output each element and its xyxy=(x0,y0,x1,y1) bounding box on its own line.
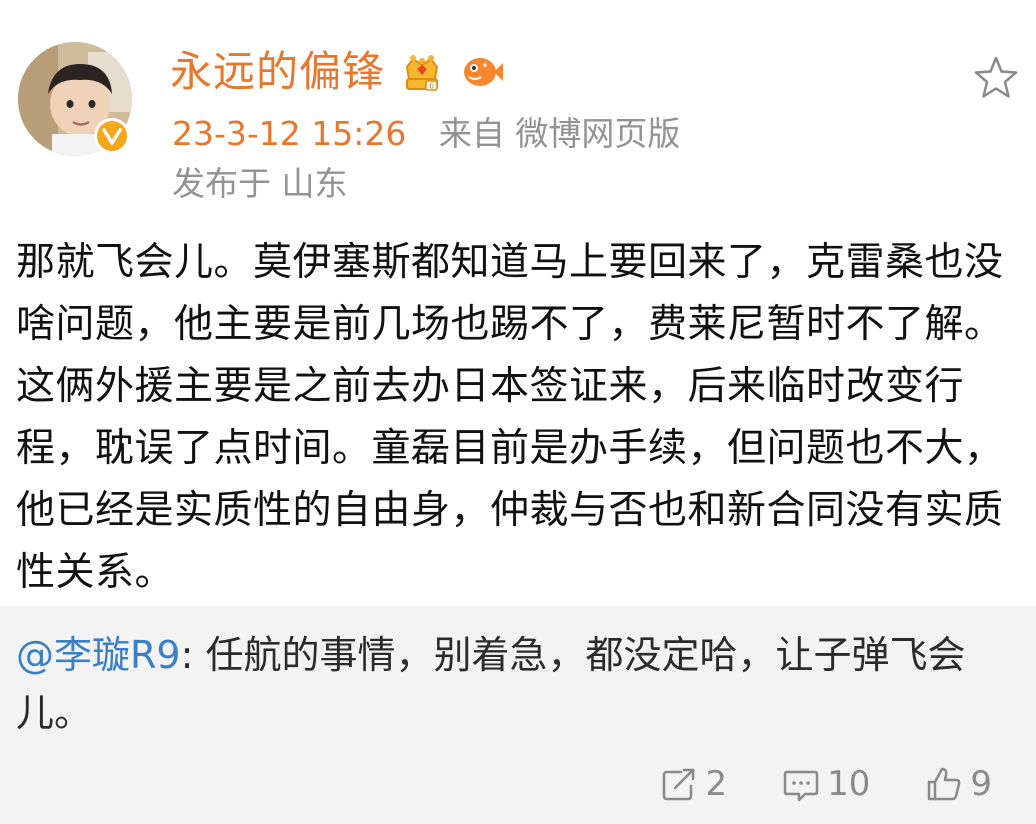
comment-count: 10 xyxy=(827,764,871,804)
repost-block[interactable]: @李璇R9: 任航的事情，别着急，都没定哈，让子弹飞会儿。 2 10 9 xyxy=(0,606,1036,824)
like-button[interactable]: 9 xyxy=(924,764,992,804)
post-source: 来自 微博网页版 xyxy=(438,114,681,153)
post-meta: 23-3-12 15:26 来自 微博网页版 xyxy=(172,110,680,158)
fish-badge-icon[interactable] xyxy=(459,49,505,95)
author-name[interactable]: 永远的偏锋 xyxy=(170,44,385,100)
username-row: 永远的偏锋 6 xyxy=(170,44,505,100)
repost-icon xyxy=(663,768,695,801)
repost-text: @李璇R9: 任航的事情，别着急，都没定哈，让子弹飞会儿。 xyxy=(16,626,1020,742)
post-header: 永远的偏锋 6 23-3-12 15:26 来自 微博网页版 发布于 山东 xyxy=(0,0,1036,228)
post-time[interactable]: 23-3-12 15:26 xyxy=(172,114,406,153)
like-count: 9 xyxy=(970,764,992,804)
vip-crown-icon[interactable]: 6 xyxy=(399,49,445,95)
verified-badge-icon xyxy=(94,118,130,154)
avatar[interactable] xyxy=(18,42,132,156)
repost-button[interactable]: 2 xyxy=(659,764,727,804)
weibo-post: 永远的偏锋 6 23-3-12 15:26 来自 微博网页版 发布于 山东 那就… xyxy=(0,0,1036,824)
comment-icon xyxy=(783,770,819,802)
svg-text:6: 6 xyxy=(429,82,434,91)
repost-mention[interactable]: @李璇R9 xyxy=(16,633,181,677)
like-icon xyxy=(928,767,961,801)
post-content: 那就飞会儿。莫伊塞斯都知道马上要回来了，克雷桑也没啥问题，他主要是前几场也踢不了… xyxy=(16,240,1004,595)
action-bar: 2 10 9 xyxy=(605,764,992,804)
star-icon[interactable] xyxy=(972,54,1020,102)
repost-count: 2 xyxy=(705,764,728,804)
post-location: 发布于 山东 xyxy=(172,164,348,203)
comment-button[interactable]: 10 xyxy=(781,764,870,804)
